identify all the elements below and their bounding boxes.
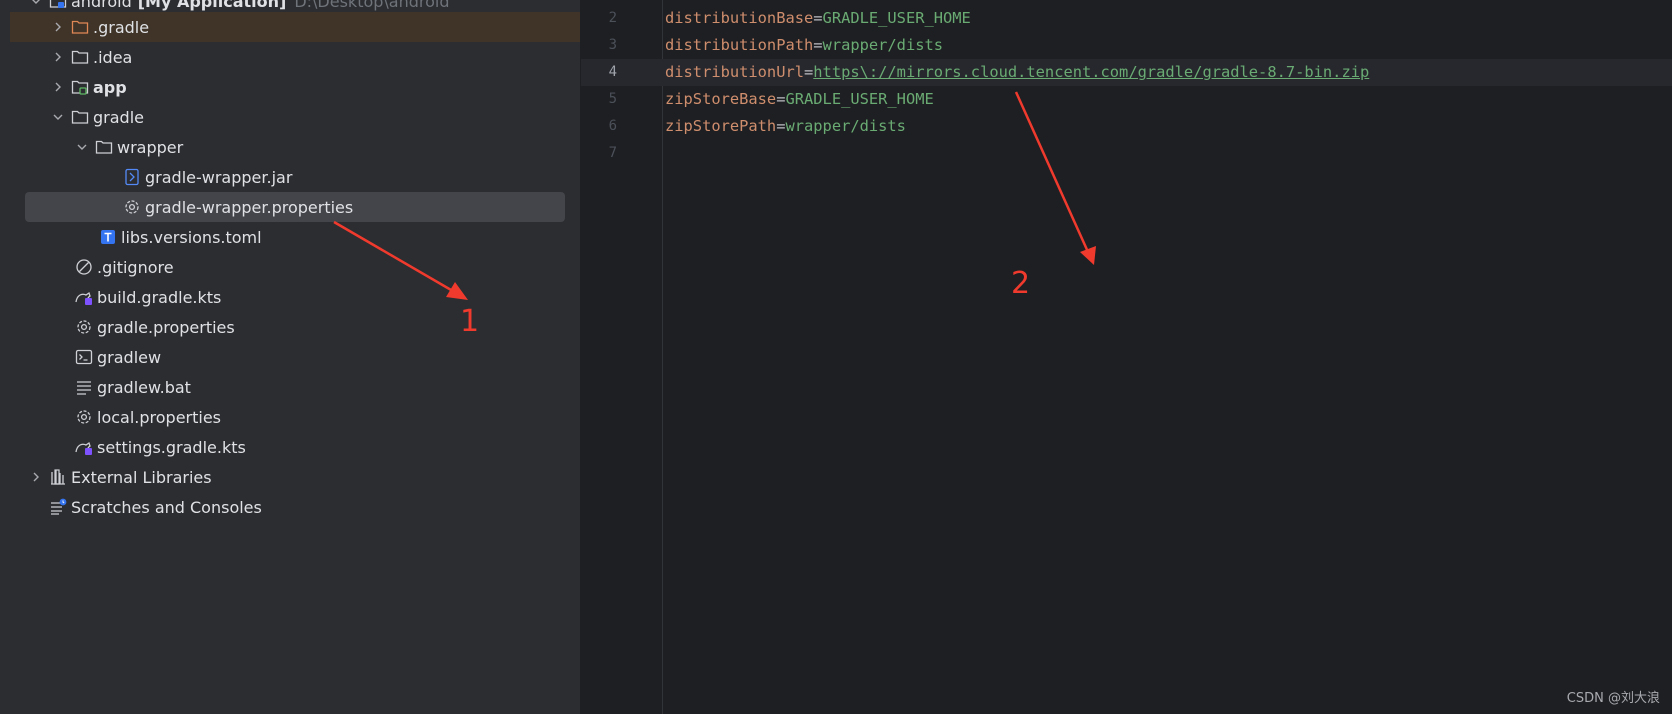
tree-item-label: External Libraries bbox=[71, 467, 212, 487]
settings-gear-icon bbox=[122, 197, 142, 217]
toml-icon bbox=[98, 227, 118, 247]
tree-item-gradle-wrapper-jar[interactable]: gradle-wrapper.jar bbox=[10, 162, 580, 192]
gradle-kts-icon bbox=[74, 437, 94, 457]
property-value: GRADLE_USER_HOME bbox=[785, 90, 934, 108]
code-line-current[interactable]: 4 distributionUrl=https\://mirrors.cloud… bbox=[581, 59, 1672, 86]
chevron-right-icon[interactable] bbox=[50, 19, 66, 35]
jar-icon bbox=[122, 167, 142, 187]
tree-item-label: .gradle bbox=[93, 17, 150, 37]
chevron-down-icon[interactable] bbox=[50, 109, 66, 125]
tree-item-label: gradle bbox=[93, 107, 144, 127]
line-number: 5 bbox=[608, 91, 617, 107]
property-key: distributionUrl bbox=[665, 63, 804, 81]
tree-item-idea[interactable]: .idea bbox=[10, 42, 580, 72]
chevron-right-icon[interactable] bbox=[28, 469, 44, 485]
folder-icon bbox=[70, 47, 90, 67]
settings-gear-icon bbox=[74, 407, 94, 427]
project-tree-panel: android [My Application] D:\Desktop\andr… bbox=[0, 0, 581, 714]
tree-item-label: gradle.properties bbox=[97, 317, 235, 337]
module-folder-icon bbox=[48, 0, 68, 11]
code-line[interactable]: 6 zipStorePath=wrapper/dists bbox=[581, 113, 1672, 140]
tree-item-label: gradlew.bat bbox=[97, 377, 191, 397]
tree-item-build-gradle-kts[interactable]: build.gradle.kts bbox=[10, 282, 580, 312]
property-value: GRADLE_USER_HOME bbox=[822, 9, 971, 27]
tree-item-dot-gradle[interactable]: .gradle bbox=[10, 12, 580, 42]
property-key: zipStorePath bbox=[665, 117, 777, 135]
chevron-down-icon[interactable] bbox=[28, 0, 44, 9]
chevron-right-icon[interactable] bbox=[50, 49, 66, 65]
tree-item-label: Scratches and Consoles bbox=[71, 497, 262, 517]
tree-item-label: build.gradle.kts bbox=[97, 287, 222, 307]
ignore-icon bbox=[74, 257, 94, 277]
code-line[interactable]: 3 distributionPath=wrapper/dists bbox=[581, 32, 1672, 59]
tree-item-gradlew-bat[interactable]: gradlew.bat bbox=[10, 372, 580, 402]
property-key: zipStoreBase bbox=[665, 90, 777, 108]
gradle-kts-icon bbox=[74, 287, 94, 307]
folder-icon bbox=[94, 137, 114, 157]
chevron-down-icon[interactable] bbox=[74, 139, 90, 155]
terminal-icon bbox=[74, 347, 94, 367]
tree-item-label: local.properties bbox=[97, 407, 222, 427]
line-number: 2 bbox=[608, 10, 617, 26]
watermark: CSDN @刘大浪 bbox=[1566, 691, 1660, 706]
tree-item-label: gradle-wrapper.jar bbox=[145, 167, 293, 187]
tree-item-gradle-wrapper-properties[interactable]: gradle-wrapper.properties bbox=[25, 192, 565, 222]
annotation-label-2: 2 bbox=[1011, 266, 1031, 301]
settings-gear-icon bbox=[74, 317, 94, 337]
scratches-icon bbox=[48, 497, 68, 517]
url-link[interactable]: https\://mirrors.cloud.tencent.com/gradl… bbox=[813, 63, 1369, 81]
line-number: 7 bbox=[608, 145, 617, 161]
folder-icon bbox=[70, 107, 90, 127]
property-value: wrapper/dists bbox=[785, 117, 906, 135]
tree-item-gitignore[interactable]: .gitignore bbox=[10, 252, 580, 282]
property-value: wrapper/dists bbox=[822, 36, 944, 54]
line-number: 3 bbox=[608, 37, 617, 53]
tree-item-wrapper-folder[interactable]: wrapper bbox=[10, 132, 580, 162]
tree-item-gradle-properties[interactable]: gradle.properties bbox=[10, 312, 580, 342]
code-line[interactable]: 7 bbox=[581, 140, 1672, 167]
annotation-label-1: 1 bbox=[460, 304, 480, 339]
tree-item-settings-gradle-kts[interactable]: settings.gradle.kts bbox=[10, 432, 580, 462]
module-folder-icon bbox=[70, 77, 90, 97]
property-key: distributionBase bbox=[665, 9, 814, 27]
tree-item-label: .idea bbox=[93, 47, 133, 67]
tree-item-label: wrapper bbox=[117, 137, 184, 157]
tree-item-label: .gitignore bbox=[97, 257, 174, 277]
tree-item-label: app bbox=[93, 77, 127, 97]
library-icon bbox=[48, 467, 68, 487]
tree-item-gradlew[interactable]: gradlew bbox=[10, 342, 580, 372]
tree-item-label: settings.gradle.kts bbox=[97, 437, 246, 457]
text-lines-icon bbox=[74, 377, 94, 397]
tree-item-label: libs.versions.toml bbox=[121, 227, 262, 247]
tree-root-path: D:\Desktop\android bbox=[294, 0, 450, 11]
chevron-right-icon[interactable] bbox=[50, 79, 66, 95]
tree-item-label: gradle-wrapper.properties bbox=[145, 197, 354, 217]
tree-item-external-libraries[interactable]: External Libraries bbox=[10, 462, 580, 492]
tree-root-name: android bbox=[71, 0, 132, 11]
code-line[interactable]: 2 distributionBase=GRADLE_USER_HOME bbox=[581, 5, 1672, 32]
property-key: distributionPath bbox=[665, 36, 814, 54]
tree-root-module: [My Application] bbox=[137, 0, 287, 11]
folder-orange-icon bbox=[70, 17, 90, 37]
tree-item-local-properties[interactable]: local.properties bbox=[10, 402, 580, 432]
line-number: 4 bbox=[608, 64, 617, 80]
tree-item-libs-versions-toml[interactable]: libs.versions.toml bbox=[10, 222, 580, 252]
tree-item-gradle-folder[interactable]: gradle bbox=[10, 102, 580, 132]
code-line[interactable]: 5 zipStoreBase=GRADLE_USER_HOME bbox=[581, 86, 1672, 113]
tree-item-app[interactable]: app bbox=[10, 72, 580, 102]
line-number: 6 bbox=[608, 118, 617, 134]
tree-item-scratches-and-consoles[interactable]: Scratches and Consoles bbox=[10, 492, 580, 522]
tree-item-label: gradlew bbox=[97, 347, 162, 367]
